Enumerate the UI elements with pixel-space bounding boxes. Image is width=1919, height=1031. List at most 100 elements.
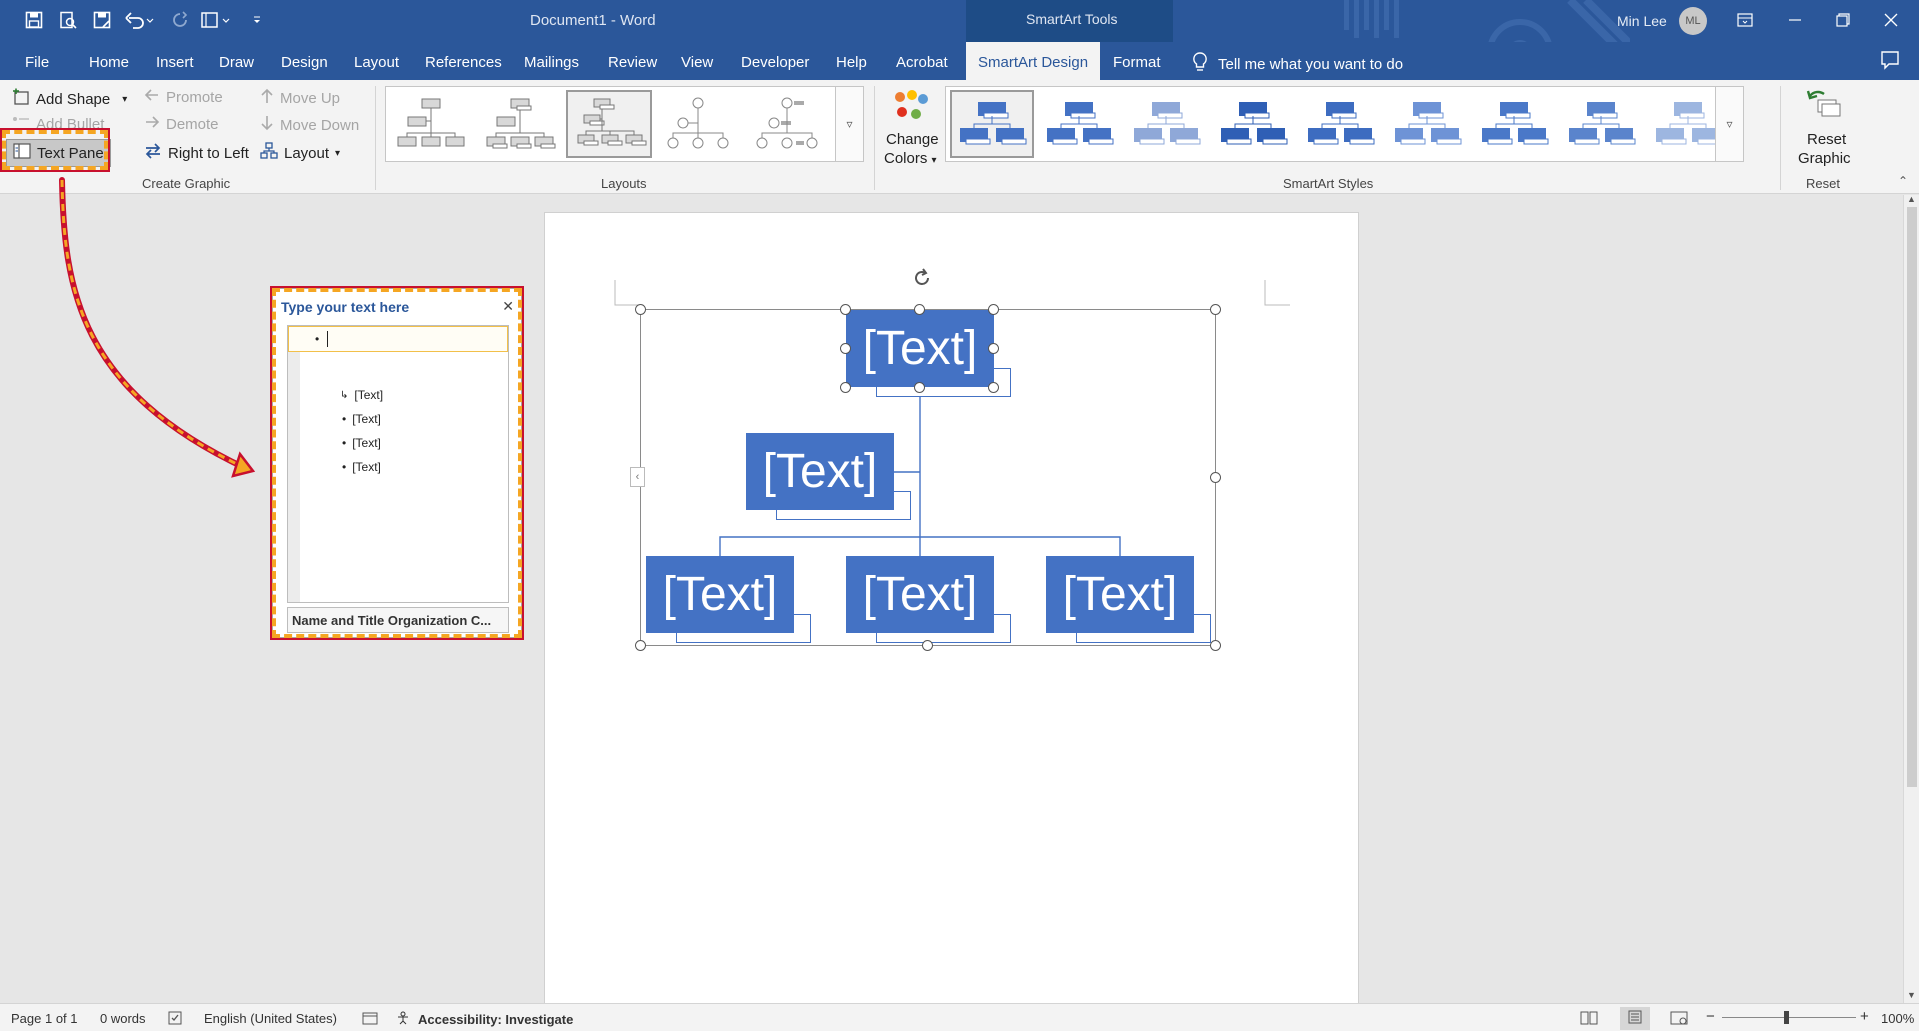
smartart-style-thumb[interactable] — [1211, 90, 1295, 158]
tab-mailings[interactable]: Mailings — [524, 54, 579, 71]
zoom-in-button[interactable]: + — [1860, 1008, 1869, 1025]
list-item[interactable]: ↳ [Text] — [340, 388, 383, 402]
comments-icon[interactable] — [1880, 50, 1900, 74]
page-count[interactable]: Page 1 of 1 — [11, 1011, 78, 1026]
smartart-style-thumb[interactable] — [1385, 90, 1469, 158]
tab-file[interactable]: File — [25, 54, 49, 71]
tab-draw[interactable]: Draw — [219, 54, 254, 71]
smartart-node-left[interactable]: [Text] — [646, 556, 794, 633]
word-count[interactable]: 0 words — [100, 1011, 146, 1026]
tab-references[interactable]: References — [425, 54, 502, 71]
styles-more-button[interactable]: ▿ — [1715, 87, 1743, 161]
layout-mode-icon[interactable] — [198, 8, 234, 32]
read-mode-icon[interactable] — [1580, 1011, 1598, 1028]
proofing-icon[interactable] — [168, 1011, 184, 1028]
resize-handle[interactable] — [988, 343, 999, 354]
layout-thumb-name-title-org[interactable] — [477, 90, 563, 158]
minimize-icon[interactable] — [1782, 8, 1808, 32]
resize-handle[interactable] — [840, 382, 851, 393]
zoom-out-button[interactable]: − — [1706, 1008, 1715, 1025]
text-pane-toggle-icon[interactable]: ‹ — [630, 467, 645, 487]
tab-layout[interactable]: Layout — [354, 54, 399, 71]
smartart-node-middle[interactable]: [Text] — [846, 556, 994, 633]
tab-review[interactable]: Review — [608, 54, 657, 71]
right-to-left-button[interactable]: Right to Left — [144, 142, 249, 164]
demote-button[interactable]: Demote — [144, 115, 219, 133]
save-as-icon[interactable] — [88, 8, 116, 32]
tab-help[interactable]: Help — [836, 54, 867, 71]
tab-home[interactable]: Home — [89, 54, 129, 71]
resize-handle[interactable] — [840, 343, 851, 354]
restore-icon[interactable] — [1830, 8, 1856, 32]
zoom-slider-thumb[interactable] — [1784, 1011, 1789, 1024]
tell-me-search[interactable]: Tell me what you want to do — [1192, 52, 1403, 76]
rotate-handle-icon[interactable] — [910, 266, 934, 294]
resize-handle[interactable] — [914, 382, 925, 393]
scroll-up-icon[interactable]: ▲ — [1907, 194, 1916, 204]
vertical-scrollbar[interactable]: ▲ ▼ — [1903, 194, 1919, 1003]
scroll-down-icon[interactable]: ▼ — [1907, 990, 1916, 1000]
layout-button[interactable]: Layout ▾ — [260, 142, 340, 164]
frame-handle[interactable] — [1210, 640, 1221, 651]
ribbon-display-options-icon[interactable] — [1732, 8, 1758, 32]
print-preview-icon[interactable] — [54, 8, 82, 32]
save-icon[interactable] — [20, 8, 48, 32]
tab-insert[interactable]: Insert — [156, 54, 194, 71]
resize-handle[interactable] — [988, 382, 999, 393]
list-item[interactable]: • [Text] — [342, 412, 381, 426]
reset-graphic-button[interactable]: Reset Graphic — [1788, 86, 1860, 167]
move-down-button[interactable]: Move Down — [260, 115, 359, 135]
smartart-node-assistant[interactable]: [Text] — [746, 433, 894, 510]
text-predictions-icon[interactable] — [362, 1011, 378, 1028]
text-pane-list[interactable]: • ↳ [Text] • [Text] • [Text] • [Text] — [287, 325, 509, 603]
layout-thumb-circle-picture-hierarchy[interactable] — [655, 90, 741, 158]
smartart-style-thumb[interactable] — [1298, 90, 1382, 158]
promote-button[interactable]: Promote — [144, 88, 223, 106]
undo-icon[interactable] — [122, 8, 158, 32]
move-up-button[interactable]: Move Up — [260, 88, 340, 108]
frame-handle[interactable] — [922, 640, 933, 651]
layout-thumb-labeled-hierarchy[interactable] — [744, 90, 830, 158]
frame-handle[interactable] — [1210, 304, 1221, 315]
print-layout-icon[interactable] — [1620, 1007, 1650, 1030]
layout-thumb-org-chart[interactable] — [388, 90, 474, 158]
close-icon[interactable]: ✕ — [502, 298, 514, 315]
smartart-style-thumb[interactable] — [1037, 90, 1121, 158]
customize-qat-icon[interactable] — [243, 8, 271, 32]
frame-handle[interactable] — [635, 304, 646, 315]
language[interactable]: English (United States) — [204, 1011, 337, 1026]
tab-view[interactable]: View — [681, 54, 713, 71]
tab-developer[interactable]: Developer — [741, 54, 809, 71]
smartart-node-top[interactable]: [Text] — [846, 310, 994, 387]
resize-handle[interactable] — [914, 304, 925, 315]
smartart-style-thumb[interactable] — [1124, 90, 1208, 158]
accessibility-checker[interactable]: Accessibility: Investigate — [396, 1011, 573, 1028]
layouts-more-button[interactable]: ▿ — [835, 87, 863, 161]
resize-handle[interactable] — [988, 304, 999, 315]
list-item[interactable]: • [Text] — [342, 436, 381, 450]
tab-format[interactable]: Format — [1113, 54, 1161, 71]
tab-smartart-design[interactable]: SmartArt Design — [966, 42, 1101, 80]
tab-design[interactable]: Design — [281, 54, 328, 71]
avatar[interactable]: ML — [1679, 7, 1707, 35]
smartart-style-thumb[interactable] — [1559, 90, 1643, 158]
smartart-style-thumb[interactable] — [950, 90, 1034, 158]
smartart-node-right[interactable]: [Text] — [1046, 556, 1194, 633]
zoom-slider[interactable] — [1722, 1017, 1856, 1018]
zoom-level[interactable]: 100% — [1881, 1011, 1914, 1026]
add-shape-button[interactable]: Add Shape ▾ — [12, 88, 127, 110]
resize-handle[interactable] — [840, 304, 851, 315]
change-colors-button[interactable]: Change Colors ▾ — [880, 86, 942, 167]
scrollbar-thumb[interactable] — [1907, 207, 1917, 787]
list-item[interactable]: • [Text] — [342, 460, 381, 474]
close-icon[interactable] — [1878, 8, 1904, 32]
smartart-style-thumb[interactable] — [1472, 90, 1556, 158]
text-pane-active-line[interactable]: • — [288, 326, 508, 352]
layout-thumb-half-circle-org[interactable] — [566, 90, 652, 158]
collapse-ribbon-icon[interactable]: ⌃ — [1898, 174, 1908, 188]
redo-icon[interactable] — [166, 8, 194, 32]
text-pane[interactable]: Type your text here ✕ • ↳ [Text] • [Text… — [272, 288, 522, 638]
frame-handle[interactable] — [635, 640, 646, 651]
tab-acrobat[interactable]: Acrobat — [896, 54, 948, 71]
web-layout-icon[interactable] — [1670, 1011, 1688, 1028]
